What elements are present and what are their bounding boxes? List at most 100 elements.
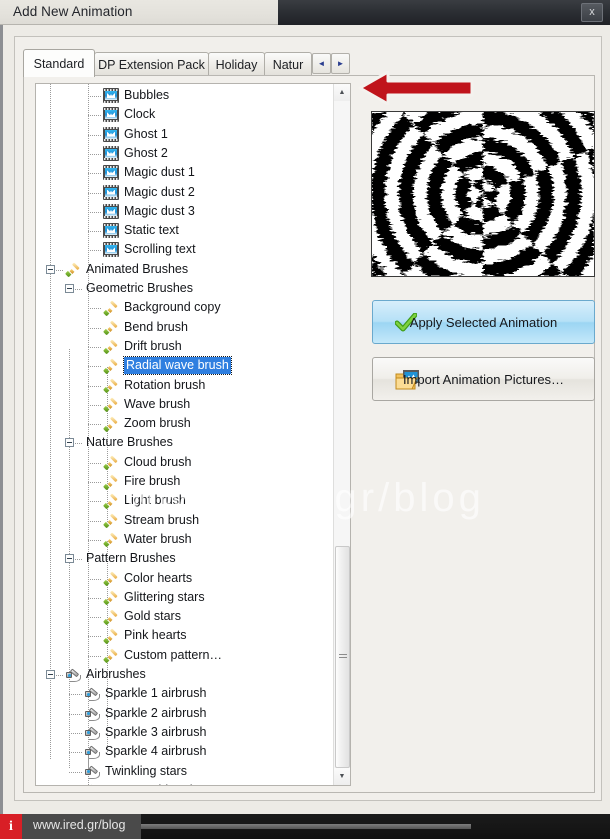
dialog-body: Standard DP Extension Pack Holiday Natur ◄ ► … [0, 25, 610, 814]
tree-item[interactable]: Magic dust 2 [36, 183, 334, 202]
tree-item[interactable]: Airbrushes [36, 665, 334, 684]
tree-item-label: Static text [124, 223, 179, 238]
tree-connector [88, 231, 102, 233]
tree-item[interactable]: Animated Brushes [36, 260, 334, 279]
tree-connector [88, 539, 102, 541]
tree-connector [88, 346, 102, 348]
tree-item[interactable]: Rotation brush [36, 376, 334, 395]
tree-scrollbar[interactable]: ▲ ▼ [333, 84, 350, 785]
tree-item[interactable]: Drift brush [36, 337, 334, 356]
tree-item[interactable]: Clock [36, 105, 334, 124]
tree-connector [88, 153, 102, 155]
tree-item[interactable]: Background copy [36, 298, 334, 317]
tree-item[interactable]: Bubbles [36, 86, 334, 105]
tree-connector [88, 211, 102, 213]
tree-item-label: Pattern Brushes [86, 551, 176, 566]
tree-connector [69, 694, 83, 696]
tree-connector [88, 173, 102, 175]
tree-expander-collapse-icon[interactable] [65, 554, 74, 564]
airbrush-icon [84, 783, 100, 785]
film-icon [103, 223, 119, 239]
brush-icon [103, 570, 119, 586]
tree-item[interactable]: Nature Brushes [36, 433, 334, 452]
tree-item[interactable]: Magic dust 1 [36, 163, 334, 182]
tree-item-label: Ghost 2 [124, 145, 168, 160]
airbrush-icon [84, 706, 100, 721]
tree-item-label: Stream brush [124, 512, 200, 527]
tree-item[interactable]: Ghost 1 [36, 125, 334, 144]
close-icon[interactable]: x [581, 3, 603, 22]
tab-natur[interactable]: Natur [264, 52, 312, 76]
tree-connector [88, 327, 102, 329]
tree-item[interactable]: Custom pattern… [36, 646, 334, 665]
tree-expander-collapse-icon[interactable] [46, 670, 55, 679]
tree-item[interactable]: Bend brush [36, 318, 334, 337]
status-bar: i www.ired.gr/blog [0, 814, 610, 839]
tree-item[interactable]: Ghost 2 [36, 144, 334, 163]
tree-item[interactable]: Sparkle 1 airbrush [36, 684, 334, 703]
tree-expander-collapse-icon[interactable] [46, 264, 55, 274]
brush-icon [103, 455, 119, 470]
tree-item[interactable]: Water brush [36, 530, 334, 549]
brush-icon [103, 300, 119, 316]
import-animation-pictures-button[interactable]: Import Animation Pictures… [372, 357, 595, 401]
tree-item[interactable]: Geometric Brushes [36, 279, 334, 298]
tree-item-label: Bubbles [124, 88, 170, 102]
scroll-up-icon[interactable]: ▲ [334, 84, 350, 101]
tree-item[interactable]: Custom airbrush… [36, 781, 334, 785]
tree-item[interactable]: Pattern Brushes [36, 549, 334, 568]
tree-connector [88, 134, 102, 136]
apply-selected-animation-button[interactable]: Apply Selected Animation [372, 300, 595, 344]
tab-label: Standard [33, 56, 85, 71]
brush-icon [103, 513, 119, 528]
tree-item[interactable]: Zoom brush [36, 414, 334, 433]
tree-item[interactable]: Twinkling stars [36, 762, 334, 781]
tree-item[interactable]: Wave brush [36, 395, 334, 414]
tree-item-label: Sparkle 2 airbrush [105, 705, 207, 720]
tree-item-label: Nature Brushes [86, 435, 173, 450]
window-title: Add New Animation [13, 4, 133, 19]
tree-item[interactable]: Pink hearts [36, 626, 334, 645]
tree-item[interactable]: Color hearts [36, 569, 334, 588]
tree-item-label: Magic dust 1 [124, 165, 195, 180]
tab-scroll-prev-icon[interactable]: ◄ [312, 53, 331, 74]
tree-item[interactable]: Sparkle 3 airbrush [36, 723, 334, 742]
tree-item[interactable]: Sparkle 2 airbrush [36, 704, 334, 723]
tree-item[interactable]: Light brush [36, 491, 334, 510]
tree-item-label: Wave brush [124, 396, 191, 411]
tab-standard[interactable]: Standard [23, 49, 95, 77]
tree-item[interactable]: Cloud brush [36, 453, 334, 472]
tree-connector [88, 636, 102, 638]
tree-item[interactable]: Fire brush [36, 472, 334, 491]
tab-scroll-next-icon[interactable]: ► [331, 53, 350, 74]
tree-expander-collapse-icon[interactable] [65, 438, 74, 448]
scroll-down-icon[interactable]: ▼ [334, 768, 350, 785]
tree-item[interactable]: Glittering stars [36, 588, 334, 607]
film-icon [103, 107, 119, 123]
tree-item[interactable]: Radial wave brush [36, 356, 334, 376]
tree-item[interactable]: Static text [36, 221, 334, 240]
tree-connector [88, 520, 102, 522]
tree-expander-collapse-icon[interactable] [65, 284, 74, 293]
tab-holiday[interactable]: Holiday [208, 52, 265, 76]
scrollbar-thumb[interactable] [335, 546, 350, 768]
airbrush-icon [84, 764, 100, 779]
animation-tree[interactable]: Bubbles Clock Ghost 1 Ghost 2 Magic dust 1 Ma… [35, 83, 351, 786]
tree-item[interactable]: Scrolling text [36, 240, 334, 259]
tree-item-label: Twinkling stars [105, 763, 187, 778]
film-icon [103, 88, 119, 103]
tree-item[interactable]: Stream brush [36, 511, 334, 530]
tree-connector [69, 752, 83, 754]
tree-item-label: Magic dust 2 [124, 184, 195, 199]
title-bar: Add New Animation x [0, 0, 610, 25]
brush-icon [103, 532, 119, 547]
tab-label: DP Extension Pack [98, 57, 205, 72]
tree-item[interactable]: Gold stars [36, 607, 334, 626]
animation-preview [371, 111, 595, 277]
tree-item[interactable]: Sparkle 4 airbrush [36, 742, 334, 761]
tab-dp-extension-pack[interactable]: DP Extension Pack [94, 52, 209, 76]
brush-icon [103, 493, 119, 509]
tree-connector [88, 578, 102, 580]
tree-connector [69, 771, 83, 773]
tree-item[interactable]: Magic dust 3 [36, 202, 334, 221]
